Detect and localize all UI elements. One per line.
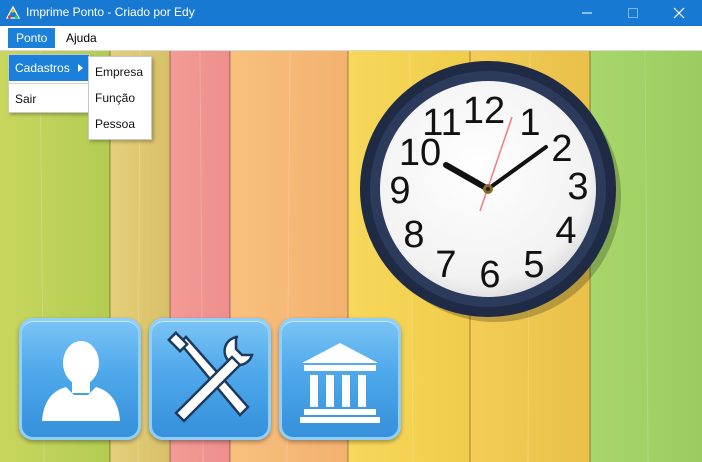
submenu-item-funcao[interactable]: Função [89,85,151,111]
svg-text:2: 2 [551,128,572,170]
tools-icon [167,331,254,423]
svg-text:12: 12 [463,90,505,132]
bank-building-icon [300,343,380,423]
svg-text:9: 9 [389,170,410,212]
svg-text:1: 1 [519,102,540,144]
app-icon [6,6,20,19]
svg-text:5: 5 [523,244,544,286]
maximize-icon [628,8,638,18]
svg-text:11: 11 [422,102,461,144]
close-icon [673,7,685,19]
main-window: Imprime Ponto - Criado por Edy Ponto Aju… [0,0,702,462]
menu-ajuda[interactable]: Ajuda [58,28,105,48]
person-shortcut-button[interactable] [19,318,141,440]
menu-item-sair[interactable]: Sair [9,86,89,112]
bank-shortcut-button[interactable] [279,318,401,440]
submenu-item-empresa[interactable]: Empresa [89,59,151,85]
ponto-menu-dropdown: Cadastros Sair [8,54,90,113]
svg-text:8: 8 [403,214,424,256]
maximize-button[interactable] [610,0,656,26]
close-button[interactable] [656,0,702,26]
menu-item-cadastros-label: Cadastros [15,61,70,75]
menu-item-cadastros[interactable]: Cadastros [9,55,89,81]
menu-ponto[interactable]: Ponto [8,28,56,48]
title-bar[interactable]: Imprime Ponto - Criado por Edy [0,0,702,26]
svg-text:6: 6 [479,254,500,296]
tools-shortcut-button[interactable] [149,318,271,440]
svg-text:7: 7 [435,244,456,286]
minimize-icon [582,12,592,14]
minimize-button[interactable] [564,0,610,26]
cadastros-submenu: Empresa Função Pessoa [88,56,152,140]
menu-separator [9,83,89,84]
person-silhouette-icon [42,341,120,421]
svg-text:3: 3 [567,166,588,208]
window-title: Imprime Ponto - Criado por Edy [26,5,195,19]
submenu-item-pessoa[interactable]: Pessoa [89,111,151,137]
wall-clock: 12 1 2 3 4 5 6 7 8 9 10 11 [360,61,616,317]
submenu-arrow-icon [78,64,83,72]
svg-text:4: 4 [555,210,576,252]
menu-bar: Ponto Ajuda [0,26,702,51]
